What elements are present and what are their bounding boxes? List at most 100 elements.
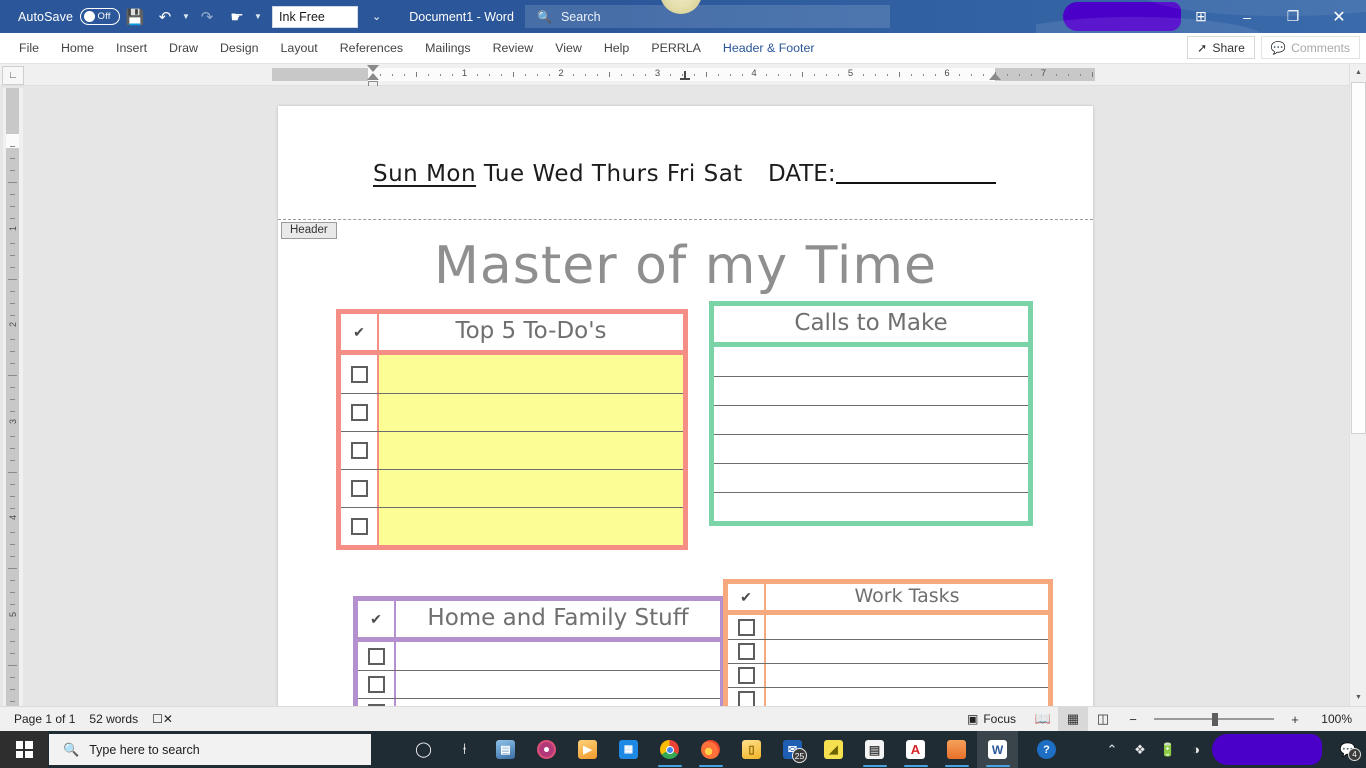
row-input-cell[interactable]	[379, 394, 683, 431]
touch-mode-dropdown-icon[interactable]: ▼	[252, 12, 264, 21]
checkbox-icon[interactable]	[367, 647, 385, 665]
table-row[interactable]	[358, 698, 720, 706]
checkbox-icon[interactable]	[350, 442, 368, 459]
tab-help[interactable]: Help	[593, 33, 640, 64]
table-top-5-to-dos[interactable]: ✔ Top 5 To-Do's	[336, 309, 688, 550]
read-mode-icon[interactable]: 📖	[1028, 707, 1058, 732]
close-button[interactable]: ✕	[1316, 0, 1362, 33]
table-row[interactable]	[341, 355, 683, 393]
restore-button[interactable]: ❐	[1270, 0, 1316, 33]
scroll-up-icon[interactable]: ▲	[1350, 64, 1366, 81]
chrome-icon[interactable]	[649, 731, 690, 768]
remote-desktop-icon[interactable]: ▤	[485, 731, 526, 768]
windows-start-icon[interactable]	[0, 731, 48, 768]
scroll-down-icon[interactable]: ▼	[1350, 689, 1366, 706]
row-input-cell[interactable]	[714, 347, 1028, 376]
row-input-cell[interactable]	[379, 432, 683, 469]
tab-design[interactable]: Design	[209, 33, 270, 64]
focus-button[interactable]: ▣ Focus	[967, 712, 1016, 726]
tab-mailings[interactable]: Mailings	[414, 33, 481, 64]
action-center-icon[interactable]: 💬 4	[1334, 731, 1362, 768]
zoom-slider-handle[interactable]	[1212, 712, 1218, 726]
row-input-cell[interactable]	[714, 493, 1028, 521]
checkbox-icon[interactable]	[737, 618, 755, 636]
table-row[interactable]	[728, 687, 1048, 706]
taskbar-search-input[interactable]: 🔍 Type here to search	[49, 734, 371, 765]
page-info[interactable]: Page 1 of 1	[14, 712, 75, 726]
row-checkbox-cell[interactable]	[341, 508, 379, 545]
row-input-cell[interactable]	[766, 664, 1048, 687]
checkbox-icon[interactable]	[737, 691, 755, 706]
tab-home[interactable]: Home	[50, 33, 105, 64]
touch-mode-icon[interactable]: ☛	[222, 3, 252, 31]
word-icon[interactable]: W	[977, 731, 1018, 768]
font-name-box[interactable]: Ink Free	[272, 5, 359, 28]
firefox-icon[interactable]	[690, 731, 731, 768]
table-row[interactable]	[341, 393, 683, 431]
undo-icon[interactable]: ↶	[150, 3, 180, 31]
word-count[interactable]: 52 words	[89, 712, 138, 726]
table-row[interactable]	[728, 615, 1048, 639]
zoom-slider[interactable]	[1154, 707, 1274, 732]
row-input-cell[interactable]	[396, 671, 720, 698]
row-checkbox-cell[interactable]	[358, 671, 396, 698]
ribbon-display-options-button[interactable]: ⊞	[1178, 0, 1224, 33]
checkbox-icon[interactable]	[350, 365, 368, 383]
table-work-tasks[interactable]: ✔ Work Tasks	[723, 579, 1053, 706]
tab-stop-selector[interactable]: ∟	[2, 66, 24, 85]
cortana-icon[interactable]: ◯	[403, 731, 444, 768]
tab-stop-marker[interactable]	[680, 78, 690, 80]
checkbox-icon[interactable]	[350, 480, 368, 497]
help-alert-icon[interactable]: ?	[1026, 731, 1067, 768]
calculator-icon[interactable]: ▤	[854, 731, 895, 768]
proofing-errors-icon[interactable]: ☐✕	[152, 712, 173, 726]
tab-references[interactable]: References	[329, 33, 414, 64]
tab-insert[interactable]: Insert	[105, 33, 158, 64]
comments-button[interactable]: 💬 Comments	[1260, 36, 1360, 59]
battery-icon[interactable]: 🔋	[1154, 731, 1182, 768]
row-checkbox-cell[interactable]	[341, 470, 379, 507]
tab-layout[interactable]: Layout	[270, 33, 329, 64]
sticky-notes-icon[interactable]: ◢	[813, 731, 854, 768]
tab-view[interactable]: View	[544, 33, 593, 64]
table-row[interactable]	[714, 347, 1028, 376]
redo-icon[interactable]: ↷	[192, 3, 222, 31]
checkbox-icon[interactable]	[350, 518, 368, 535]
row-input-cell[interactable]	[379, 355, 683, 393]
date-field[interactable]: DATE:	[768, 161, 996, 187]
tab-header-and-footer[interactable]: Header & Footer	[712, 33, 826, 64]
row-input-cell[interactable]	[714, 435, 1028, 463]
table-row[interactable]	[341, 431, 683, 469]
table-home-and-family-stuff[interactable]: ✔ Home and Family Stuff	[353, 596, 725, 706]
weekday-line[interactable]: Sun Mon Tue Wed Thurs Fri Sat	[373, 161, 743, 187]
tab-perrla[interactable]: PERRLA	[640, 33, 712, 64]
media-player-icon[interactable]: ▶	[567, 731, 608, 768]
table-row[interactable]	[358, 670, 720, 698]
orange-app-icon[interactable]	[936, 731, 977, 768]
task-view-icon[interactable]: ⍿	[444, 731, 485, 768]
row-checkbox-cell[interactable]	[341, 355, 379, 393]
table-row[interactable]	[358, 642, 720, 670]
undo-dropdown-icon[interactable]: ▼	[180, 12, 192, 21]
row-checkbox-cell[interactable]	[341, 432, 379, 469]
autosave-toggle[interactable]: Off	[80, 8, 121, 25]
scrollbar-thumb[interactable]	[1351, 82, 1366, 434]
row-input-cell[interactable]	[714, 406, 1028, 434]
table-row[interactable]	[714, 434, 1028, 463]
row-checkbox-cell[interactable]	[728, 664, 766, 687]
table-row[interactable]	[714, 463, 1028, 492]
horizontal-ruler[interactable]: 1 2 3 4 5 6 7	[0, 64, 1350, 87]
table-row[interactable]	[728, 639, 1048, 663]
table-calls-to-make[interactable]: Calls to Make	[709, 301, 1033, 526]
document-page[interactable]: Sun Mon Tue Wed Thurs Fri Sat DATE: Head…	[278, 106, 1093, 706]
row-checkbox-cell[interactable]	[358, 699, 396, 706]
checkbox-icon[interactable]	[367, 676, 385, 693]
table-row[interactable]	[728, 663, 1048, 687]
hanging-indent-marker[interactable]	[367, 73, 379, 80]
checkbox-icon[interactable]	[350, 404, 368, 421]
dropbox-icon[interactable]: ❖	[1126, 731, 1154, 768]
checkbox-icon[interactable]	[737, 643, 755, 660]
calendar-icon[interactable]: ▦	[608, 731, 649, 768]
tab-draw[interactable]: Draw	[158, 33, 209, 64]
row-input-cell[interactable]	[396, 699, 720, 706]
